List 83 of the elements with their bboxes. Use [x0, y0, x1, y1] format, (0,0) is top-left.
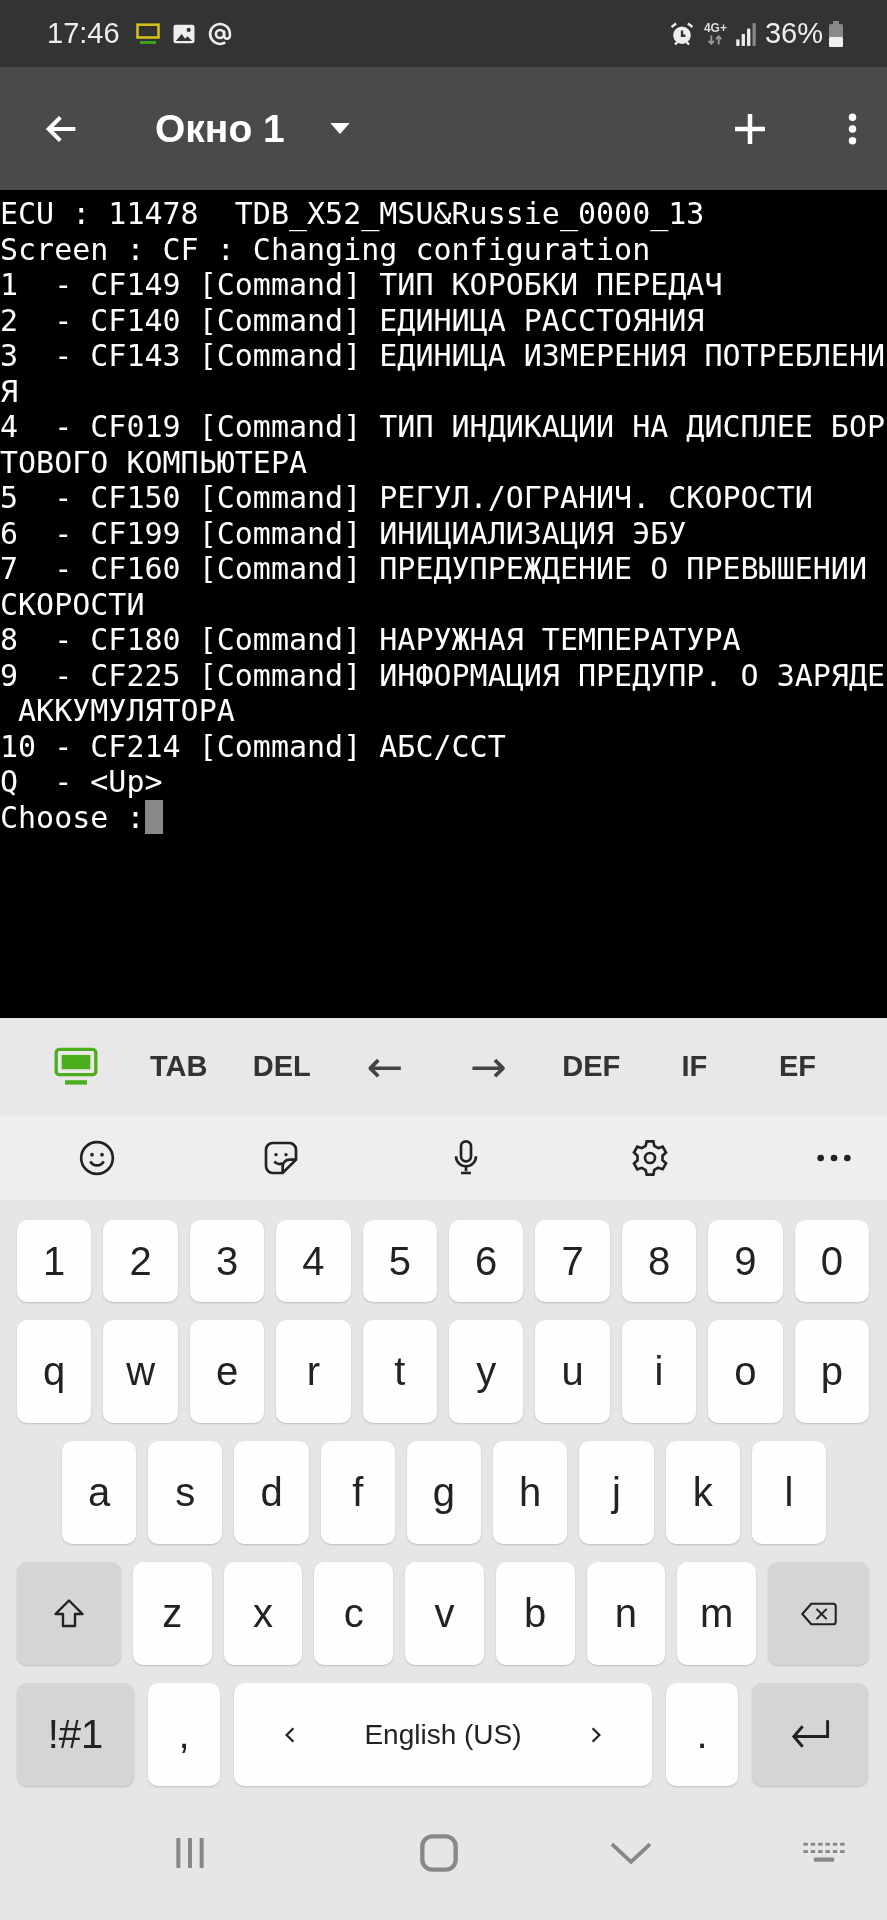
keyboard-key[interactable]: k: [665, 1441, 740, 1544]
keyboard-key[interactable]: n: [586, 1562, 666, 1665]
terminal-line: 6 - CF199 [Command] ИНИЦИАЛИЗАЦИЯ ЭБУ: [0, 515, 688, 551]
keyboard-key[interactable]: c: [314, 1562, 394, 1665]
keyboard-key[interactable]: 9: [708, 1220, 783, 1302]
keyboard-key[interactable]: q: [17, 1320, 92, 1423]
terminal-line: 5 - CF150 [Command] РЕГУЛ./ОГРАНИЧ. СКОРОСТИ: [0, 480, 814, 516]
keyboard-key[interactable]: 3: [189, 1220, 265, 1302]
terminal-line: 10 - CF214 [Command] АБС/ССТ: [0, 728, 507, 764]
keyboard-key[interactable]: z: [133, 1562, 212, 1665]
keyboard-key[interactable]: o: [708, 1320, 783, 1423]
terminal-line: Q - <Up>: [0, 764, 164, 800]
symbols-key[interactable]: !#1: [17, 1683, 134, 1786]
terminal-screen[interactable]: [0, 190, 887, 1018]
keyboard-key[interactable]: m: [677, 1562, 757, 1665]
keyboard-key[interactable]: j: [579, 1441, 654, 1544]
terminal-line: СКОРОСТИ: [0, 586, 146, 622]
keyboard-key[interactable]: g: [406, 1441, 482, 1544]
extra-key[interactable]: DEF: [539, 1042, 643, 1091]
keyboard-key[interactable]: p: [794, 1320, 870, 1423]
keyboard-key[interactable]: 4: [276, 1220, 351, 1302]
terminal-line: 7 - CF160 [Command] ПРЕДУПРЕЖДЕНИЕ О ПРЕВЫШЕНИИ: [0, 551, 868, 587]
signal-icon: [734, 20, 757, 47]
keyboard-key[interactable]: a: [62, 1441, 137, 1544]
terminal-prompt: Choose :: [0, 799, 145, 835]
keyboard-key[interactable]: u: [535, 1320, 610, 1423]
chevron-right-icon[interactable]: [590, 1725, 602, 1744]
keyboard-key[interactable]: e: [189, 1320, 265, 1423]
keyboard-key[interactable]: 2: [103, 1220, 178, 1302]
extra-key[interactable]: →: [436, 1044, 540, 1089]
terminal-line: ECU : 11478 TDB_X52_MSU&Russie_0000_13: [0, 196, 706, 232]
home-icon[interactable]: [419, 1833, 460, 1873]
keyboard-key[interactable]: ,: [148, 1683, 220, 1786]
keyboard-key[interactable]: 6: [449, 1220, 524, 1302]
terminal-line: Я: [0, 373, 20, 409]
keyboard-key[interactable]: h: [493, 1441, 568, 1544]
hide-keyboard-icon[interactable]: [608, 1841, 653, 1865]
battery-level: 36%: [764, 17, 823, 50]
terminal-line: ТОВОГО КОМПЬЮТЕРА: [0, 444, 309, 480]
extra-key[interactable]: EF: [745, 1042, 849, 1091]
keyboard-key[interactable]: b: [495, 1562, 575, 1665]
keyboard-key[interactable]: r: [276, 1320, 351, 1423]
keyboard-key[interactable]: f: [320, 1441, 395, 1544]
settings-icon[interactable]: [629, 1137, 670, 1178]
keyboard-key[interactable]: x: [223, 1562, 303, 1665]
text-cursor: [144, 800, 163, 835]
terminal-line: 8 - CF180 [Command] НАРУЖНАЯ ТЕМПЕРАТУРА: [0, 622, 742, 658]
keyboard-key[interactable]: i: [621, 1320, 697, 1423]
terminal-line: 3 - CF143 [Command] ЕДИНИЦА ИЗМЕРЕНИЯ ПОТРЕБЛЕНИ: [0, 338, 886, 374]
keyboard-key[interactable]: v: [405, 1562, 484, 1665]
keyboard-key[interactable]: 8: [621, 1220, 697, 1302]
language-label: English (US): [364, 1718, 522, 1751]
chevron-left-icon[interactable]: [284, 1725, 296, 1744]
more-options-icon[interactable]: [848, 112, 857, 145]
keyboard-key[interactable]: d: [234, 1441, 309, 1544]
clock-time: 17:46: [47, 17, 120, 50]
extra-key[interactable]: TAB: [127, 1042, 231, 1091]
terminal-line: 4 - CF019 [Command] ТИП ИНДИКАЦИИ НА ДИСПЛЕЕ БОР: [0, 409, 886, 445]
network-type: 4G+: [703, 22, 727, 35]
terminal-line: АККУМУЛЯТОРА: [17, 693, 236, 729]
terminal-line: 2 - CF140 [Command] ЕДИНИЦА РАССТОЯНИЯ: [0, 302, 706, 338]
terminal-line: 1 - CF149 [Command] ТИП КОРОБКИ ПЕРЕДАЧ: [0, 267, 724, 303]
terminal-line: Screen : CF : Changing configuration: [0, 231, 651, 267]
terminal-line: 9 - CF225 [Command] ИНФОРМАЦИЯ ПРЕДУПР. О ЗАРЯДЕ: [0, 657, 886, 693]
keyboard-key[interactable]: 7: [535, 1220, 610, 1302]
keyboard-key[interactable]: w: [103, 1320, 178, 1423]
keyboard-key[interactable]: 5: [362, 1220, 438, 1302]
keyboard-key[interactable]: 0: [794, 1220, 870, 1302]
space-bar[interactable]: English (US): [234, 1683, 652, 1786]
keyboard-key[interactable]: y: [449, 1320, 524, 1423]
battery-icon: [829, 20, 843, 47]
keyboard-key[interactable]: l: [751, 1441, 826, 1544]
keyboard-icon[interactable]: [802, 1841, 846, 1865]
keyboard-key[interactable]: .: [666, 1683, 738, 1786]
keyboard-key[interactable]: 1: [17, 1220, 92, 1302]
keyboard-key[interactable]: t: [362, 1320, 438, 1423]
dropdown-caret-icon[interactable]: [328, 122, 351, 135]
window-title[interactable]: Окно 1: [155, 106, 285, 151]
extra-key[interactable]: ←: [333, 1044, 437, 1089]
extra-key[interactable]: DEL: [230, 1042, 334, 1091]
extra-key[interactable]: IF: [642, 1042, 746, 1091]
keyboard-key[interactable]: s: [148, 1441, 223, 1544]
keyboard-toggle-icon[interactable]: [53, 1046, 98, 1087]
